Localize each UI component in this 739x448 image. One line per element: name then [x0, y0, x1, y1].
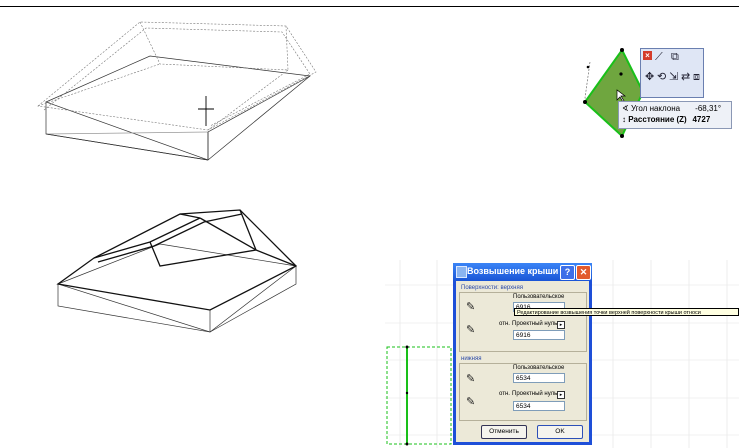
- tracker: ∢ Угол наклона -68,31° ↕ Расстояние (Z) …: [618, 101, 732, 129]
- help-button[interactable]: ?: [560, 265, 575, 280]
- reference-select[interactable]: Проектный нуль: [512, 391, 557, 397]
- multiply-icon[interactable]: ⧈: [693, 71, 700, 83]
- pet-palette: × ⟋ ⧉ ✥ ⟲ ⇲ ⇄ ⧈: [640, 48, 704, 98]
- custom-label: Пользовательское: [513, 294, 565, 300]
- tracker-label: Угол наклона: [630, 104, 681, 113]
- lower-custom-field[interactable]: 6534: [513, 373, 565, 383]
- rel-label: отн.: [499, 321, 510, 327]
- tooltip: Редактирование возвышения точки верхней …: [514, 308, 739, 316]
- offset-icon[interactable]: ⇲: [669, 71, 678, 83]
- wireframe-solid-roof: [56, 209, 298, 333]
- pencil-icon: ✎: [466, 396, 476, 408]
- upper-rel-field[interactable]: 6916: [513, 330, 565, 340]
- tracker-value[interactable]: 4727: [692, 115, 710, 124]
- pencil-icon: ✎: [466, 373, 476, 385]
- height-icon: ↕: [622, 115, 626, 124]
- rel-label: отн.: [499, 391, 510, 397]
- angle-icon: ∢: [622, 104, 629, 113]
- move-icon[interactable]: ✥: [645, 71, 654, 83]
- dropdown-icon[interactable]: ▸: [557, 321, 565, 329]
- wireframe-dashed-roof: [37, 21, 317, 161]
- custom-label: Пользовательское: [513, 365, 565, 371]
- lower-rel-field[interactable]: 6534: [513, 401, 565, 411]
- pencil-icon: ✎: [466, 324, 476, 336]
- close-button[interactable]: ✕: [576, 265, 591, 280]
- tracker-value[interactable]: -68,31°: [695, 104, 721, 113]
- pencil-icon: ✎: [466, 301, 476, 313]
- tracker-label: Расстояние (Z): [628, 115, 687, 124]
- top-rule: [0, 6, 739, 7]
- elevation-tool-icon[interactable]: ⟋: [655, 51, 663, 63]
- dialog-titlebar[interactable]: Возвышение крыши ? ✕: [453, 263, 592, 281]
- reference-select[interactable]: Проектный нуль: [512, 321, 557, 327]
- dropdown-icon[interactable]: ▸: [557, 391, 565, 399]
- app-icon: [456, 266, 467, 278]
- plane-tool-icon[interactable]: ⧉: [671, 51, 679, 63]
- mirror-icon[interactable]: ⇄: [681, 71, 690, 83]
- tracker-row-distance: ↕ Расстояние (Z) 4727: [622, 115, 710, 124]
- cancel-button[interactable]: Отменить: [481, 425, 527, 439]
- upper-group-label: Поверхности: верхняя: [461, 285, 523, 291]
- rotate-icon[interactable]: ⟲: [657, 71, 666, 83]
- lower-group-label: нижняя: [461, 356, 482, 362]
- close-icon[interactable]: ×: [643, 51, 652, 60]
- ok-button[interactable]: OK: [537, 425, 583, 439]
- tracker-row-angle: ∢ Угол наклона -68,31°: [622, 104, 721, 113]
- dialog-title: Возвышение крыши: [467, 266, 559, 276]
